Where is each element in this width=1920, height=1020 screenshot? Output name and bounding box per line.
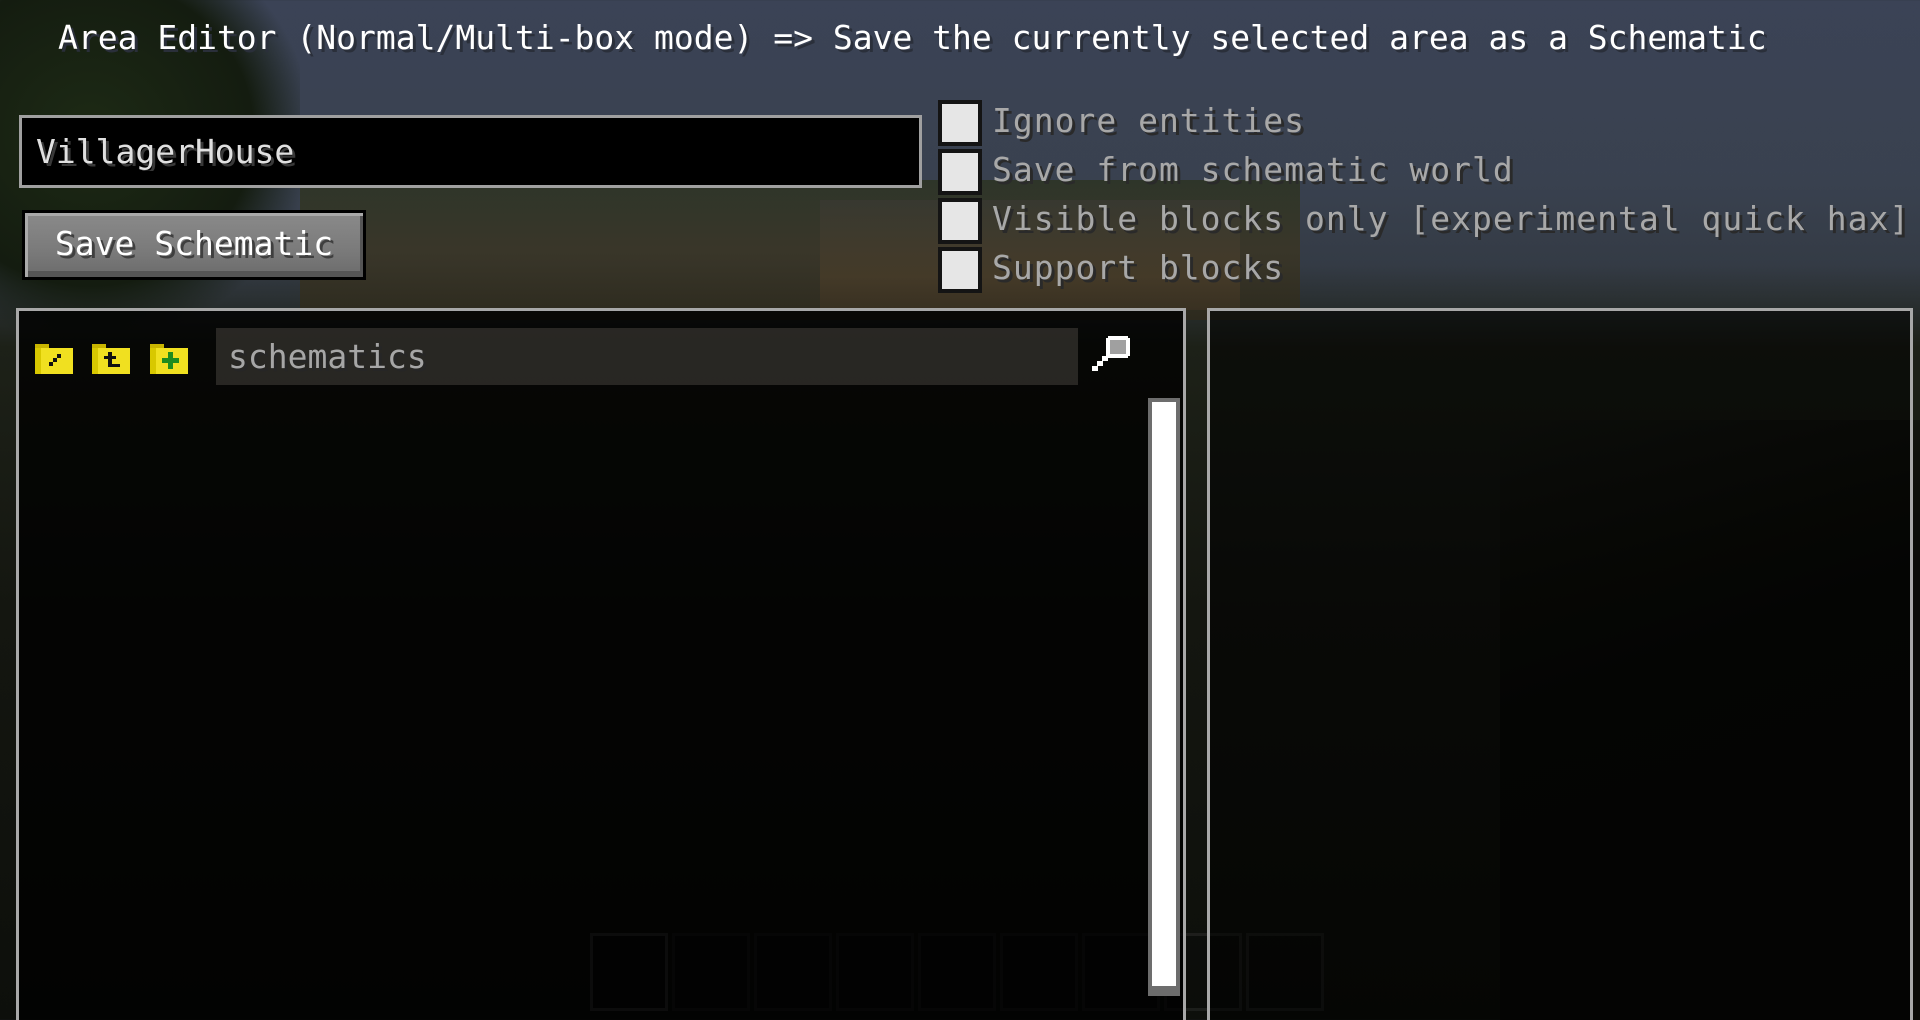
option-label: Ignore entities: [992, 101, 1306, 140]
scrollbar-thumb[interactable]: [1152, 402, 1176, 986]
checkbox[interactable]: [938, 99, 982, 146]
magnifier-icon[interactable]: [1088, 334, 1134, 376]
option-label: Save from schematic world: [992, 150, 1514, 189]
directory-search-input[interactable]: [216, 328, 1078, 385]
rename-folder-icon[interactable]: [35, 344, 73, 374]
option-visible-blocks-only[interactable]: Visible blocks only [experimental quick …: [938, 196, 1910, 245]
create-folder-icon[interactable]: [150, 344, 188, 374]
directory-search-field[interactable]: [216, 328, 1078, 385]
parent-folder-icon[interactable]: [92, 344, 130, 374]
option-support-blocks[interactable]: Support blocks: [938, 245, 1910, 294]
schematic-name-input[interactable]: [22, 118, 919, 185]
option-label: Visible blocks only [experimental quick …: [992, 199, 1911, 238]
schematic-browser-panel: [16, 308, 1186, 1020]
browser-scrollbar[interactable]: [1148, 398, 1180, 996]
schematic-preview-panel: [1207, 308, 1913, 1020]
screen-title: Area Editor (Normal/Multi-box mode) => S…: [58, 18, 1767, 57]
save-schematic-button[interactable]: Save Schematic: [22, 210, 366, 280]
save-options-list: Ignore entities Save from schematic worl…: [938, 98, 1910, 294]
checkbox[interactable]: [938, 197, 982, 244]
save-schematic-button-label: Save Schematic: [54, 223, 334, 263]
option-ignore-entities[interactable]: Ignore entities: [938, 98, 1910, 147]
option-save-from-schematic-world[interactable]: Save from schematic world: [938, 147, 1910, 196]
schematic-name-field[interactable]: [19, 115, 922, 188]
checkbox[interactable]: [938, 148, 982, 195]
checkbox[interactable]: [938, 246, 982, 293]
option-label: Support blocks: [992, 248, 1285, 287]
